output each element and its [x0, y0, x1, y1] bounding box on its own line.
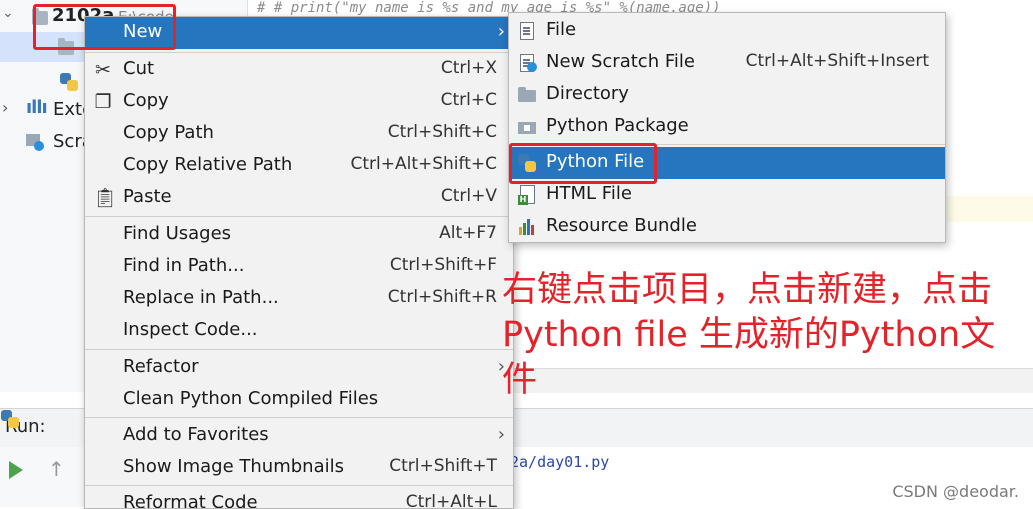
scissors-icon: ✂	[95, 59, 111, 81]
python-run-tab-icon[interactable]	[1, 410, 19, 428]
menu-separator	[85, 52, 513, 53]
menu-item-label: Paste	[123, 186, 172, 207]
menu-item-shortcut: Ctrl+X	[440, 58, 497, 78]
run-play-icon[interactable]	[9, 461, 23, 479]
menu-item-add-to-favorites[interactable]: Add to Favorites ›	[85, 420, 513, 452]
chevron-right-icon: ›	[497, 21, 505, 42]
scratches-icon	[26, 134, 44, 151]
expand-arrow-icon[interactable]: ⌄	[2, 5, 14, 21]
new-submenu: File New Scratch File Ctrl+Alt+Shift+Ins…	[508, 12, 946, 243]
menu-item-paste[interactable]: 📋︎ Paste Ctrl+V	[85, 182, 513, 214]
annotation-text: 右键点击项目，点击新建，点击Python file 生成新的Python文件	[502, 270, 996, 400]
menu-item-label: Inspect Code...	[123, 319, 258, 340]
menu-item-shortcut: Ctrl+C	[440, 90, 497, 110]
menu-item-shortcut: Alt+F7	[439, 223, 497, 243]
submenu-item-label: File	[546, 19, 577, 40]
menu-item-label: Replace in Path...	[123, 287, 279, 308]
menu-item-copy-relative-path[interactable]: Copy Relative Path Ctrl+Alt+Shift+C	[85, 150, 513, 182]
scratch-file-icon	[517, 53, 537, 73]
menu-item-copy-path[interactable]: Copy Path Ctrl+Shift+C	[85, 118, 513, 150]
python-file-icon	[60, 73, 78, 91]
menu-item-label: Copy	[123, 90, 169, 111]
submenu-item-label: Resource Bundle	[546, 215, 697, 236]
menu-item-label: Copy Relative Path	[123, 154, 293, 175]
file-icon	[517, 21, 537, 41]
package-icon	[517, 117, 537, 137]
watermark: CSDN @deodar.	[892, 482, 1019, 501]
submenu-item-python-package[interactable]: Python Package	[509, 111, 945, 143]
resource-bundle-icon	[517, 217, 537, 237]
chevron-right-icon: ›	[497, 424, 505, 445]
menu-item-label: Refactor	[123, 356, 199, 377]
menu-item-label: Find Usages	[123, 223, 232, 244]
menu-item-label: Show Image Thumbnails	[123, 456, 344, 477]
collapse-arrow-icon[interactable]: ›	[2, 98, 8, 117]
menu-separator	[85, 485, 513, 486]
menu-item-show-image-thumbnails[interactable]: Show Image Thumbnails Ctrl+Shift+T	[85, 452, 513, 484]
menu-item-label: Copy Path	[123, 122, 214, 143]
submenu-item-label: Python Package	[546, 115, 689, 136]
menu-separator	[85, 349, 513, 350]
arrow-up-icon[interactable]: ↑	[48, 457, 65, 481]
menu-item-replace-in-path[interactable]: Replace in Path... Ctrl+Shift+R	[85, 283, 513, 315]
menu-item-label: Clean Python Compiled Files	[123, 388, 379, 409]
menu-item-shortcut: Ctrl+Shift+R	[387, 287, 497, 307]
highlight-box-python-file	[509, 143, 657, 184]
console-output-path: 2a/day01.py	[510, 453, 610, 471]
menu-item-clean-compiled[interactable]: Clean Python Compiled Files	[85, 384, 513, 416]
copy-icon: ❐	[94, 91, 112, 113]
html-file-icon: H	[517, 185, 537, 205]
project-context-menu: New › ✂ Cut Ctrl+X ❐ Copy Ctrl+C Copy Pa…	[84, 16, 514, 509]
menu-item-find-in-path[interactable]: Find in Path... Ctrl+Shift+F	[85, 251, 513, 283]
menu-item-label: Cut	[123, 58, 155, 79]
menu-item-refactor[interactable]: Refactor ›	[85, 352, 513, 384]
menu-item-shortcut: Ctrl+Alt+L	[405, 492, 497, 509]
menu-item-reformat-code[interactable]: Reformat Code Ctrl+Alt+L	[85, 488, 513, 509]
submenu-item-resource-bundle[interactable]: Resource Bundle	[509, 211, 945, 243]
submenu-item-label: New Scratch File	[546, 51, 695, 72]
menu-item-shortcut: Ctrl+Alt+Shift+C	[350, 154, 497, 174]
libraries-icon: ıllı	[26, 97, 48, 118]
submenu-item-directory[interactable]: Directory	[509, 79, 945, 111]
run-toolbar: ↑	[0, 447, 85, 507]
highlight-box-new	[33, 4, 176, 50]
menu-item-inspect-code[interactable]: Inspect Code...	[85, 315, 513, 347]
menu-item-cut[interactable]: ✂ Cut Ctrl+X	[85, 54, 513, 86]
menu-item-shortcut: Ctrl+V	[440, 186, 497, 206]
menu-item-find-usages[interactable]: Find Usages Alt+F7	[85, 219, 513, 251]
submenu-item-label: HTML File	[546, 183, 632, 204]
menu-item-shortcut: Ctrl+Shift+F	[389, 255, 497, 275]
submenu-item-file[interactable]: File	[509, 15, 945, 47]
menu-item-shortcut: Ctrl+Shift+C	[387, 122, 497, 142]
submenu-item-shortcut: Ctrl+Alt+Shift+Insert	[745, 51, 929, 71]
submenu-item-new-scratch-file[interactable]: New Scratch File Ctrl+Alt+Shift+Insert	[509, 47, 945, 79]
folder-icon	[517, 85, 537, 105]
menu-separator	[85, 417, 513, 418]
menu-item-label: Find in Path...	[123, 255, 245, 276]
paste-icon: 📋︎	[93, 187, 118, 209]
menu-item-copy[interactable]: ❐ Copy Ctrl+C	[85, 86, 513, 118]
menu-item-label: Add to Favorites	[123, 424, 269, 445]
menu-item-label: Reformat Code	[123, 492, 258, 509]
menu-item-shortcut: Ctrl+Shift+T	[389, 456, 497, 476]
menu-separator	[85, 216, 513, 217]
submenu-item-label: Directory	[546, 83, 629, 104]
